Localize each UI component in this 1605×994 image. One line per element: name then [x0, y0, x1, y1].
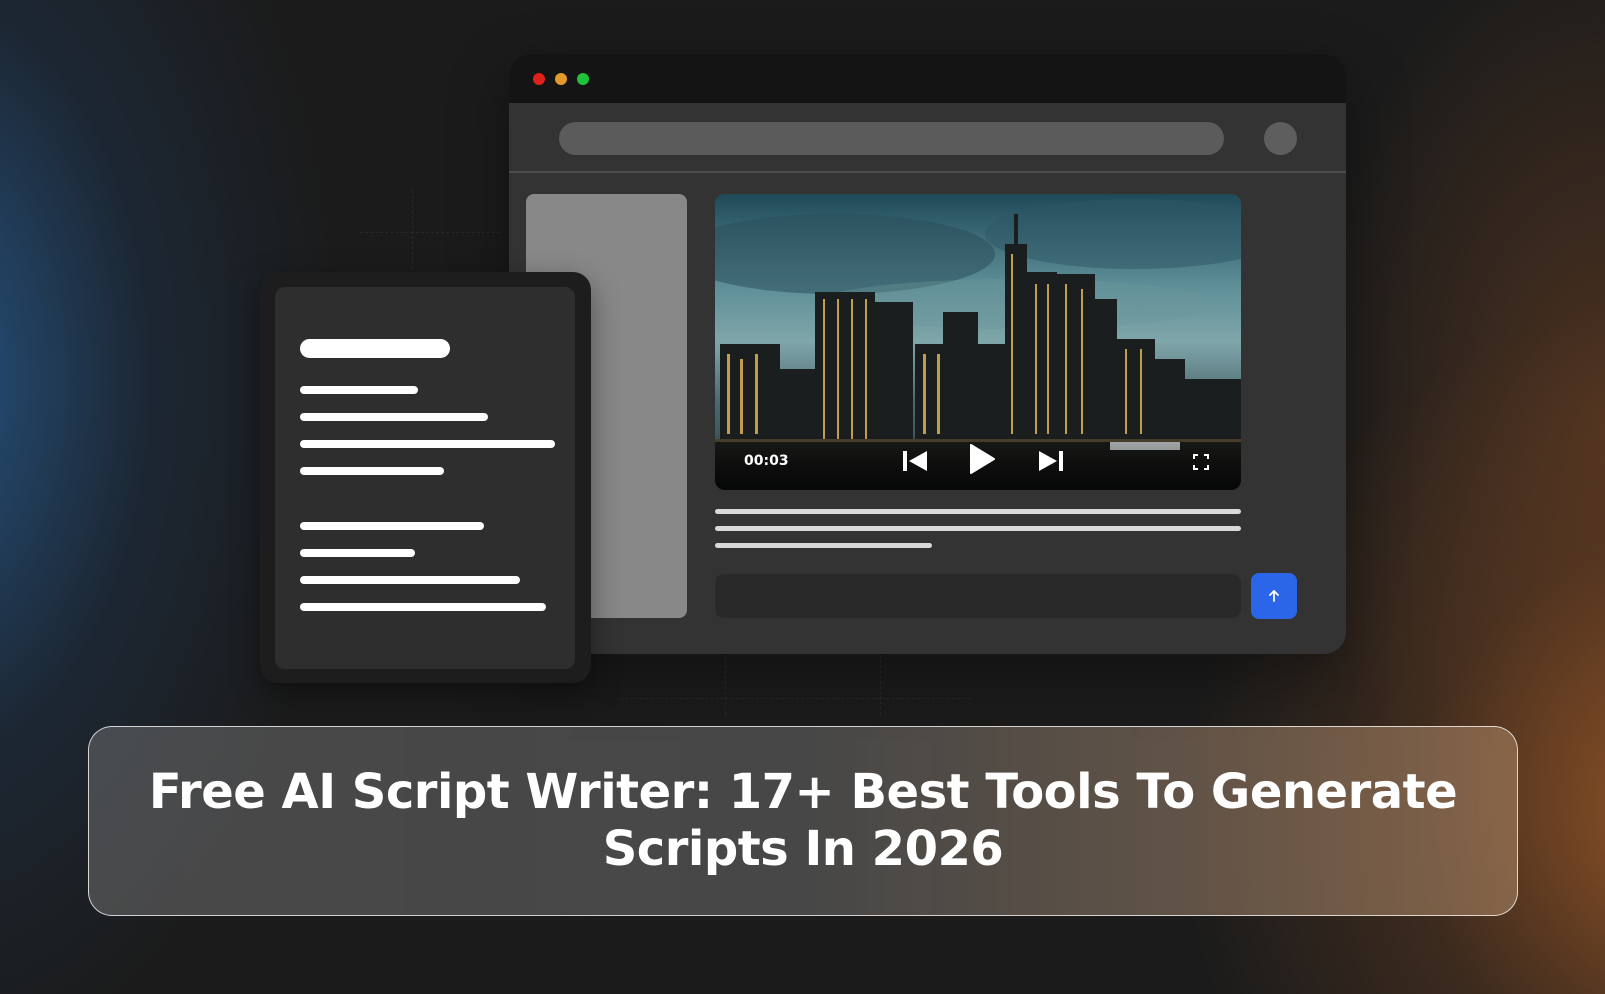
prompt-input[interactable]	[715, 574, 1241, 618]
video-timecode: 00:03	[744, 453, 789, 469]
grid-line	[360, 232, 500, 233]
document-text-line	[300, 386, 418, 394]
script-document-card	[260, 272, 591, 683]
grid-line	[725, 655, 726, 715]
document-text-line	[300, 576, 520, 584]
video-controls: 00:03	[715, 434, 1241, 490]
grid-line	[880, 655, 881, 715]
browser-window: 00:03	[509, 54, 1346, 654]
text-placeholder-line	[715, 543, 932, 548]
page-title: Free AI Script Writer: 17+ Best Tools To…	[148, 764, 1458, 877]
text-placeholder-line	[715, 526, 1241, 531]
document-text-line	[300, 522, 484, 530]
document-heading-line	[300, 339, 450, 358]
document-text-line	[300, 603, 546, 611]
title-banner: Free AI Script Writer: 17+ Best Tools To…	[88, 726, 1518, 916]
close-window-button[interactable]	[533, 73, 545, 85]
send-button[interactable]	[1251, 573, 1297, 619]
document-text-line	[300, 467, 444, 475]
address-bar[interactable]	[559, 122, 1224, 155]
minimize-window-button[interactable]	[555, 73, 567, 85]
arrow-up-icon	[1269, 590, 1279, 602]
document-text-line	[300, 413, 488, 421]
document-text-line	[300, 549, 415, 557]
browser-toolbar	[509, 103, 1346, 173]
grid-line	[620, 698, 970, 699]
document-text-line	[300, 440, 555, 448]
video-player[interactable]: 00:03	[715, 194, 1241, 490]
profile-avatar[interactable]	[1264, 122, 1297, 155]
grid-line	[412, 190, 413, 280]
text-placeholder-line	[715, 509, 1241, 514]
browser-titlebar	[509, 54, 1346, 103]
maximize-window-button[interactable]	[577, 73, 589, 85]
script-document-page	[275, 287, 575, 669]
